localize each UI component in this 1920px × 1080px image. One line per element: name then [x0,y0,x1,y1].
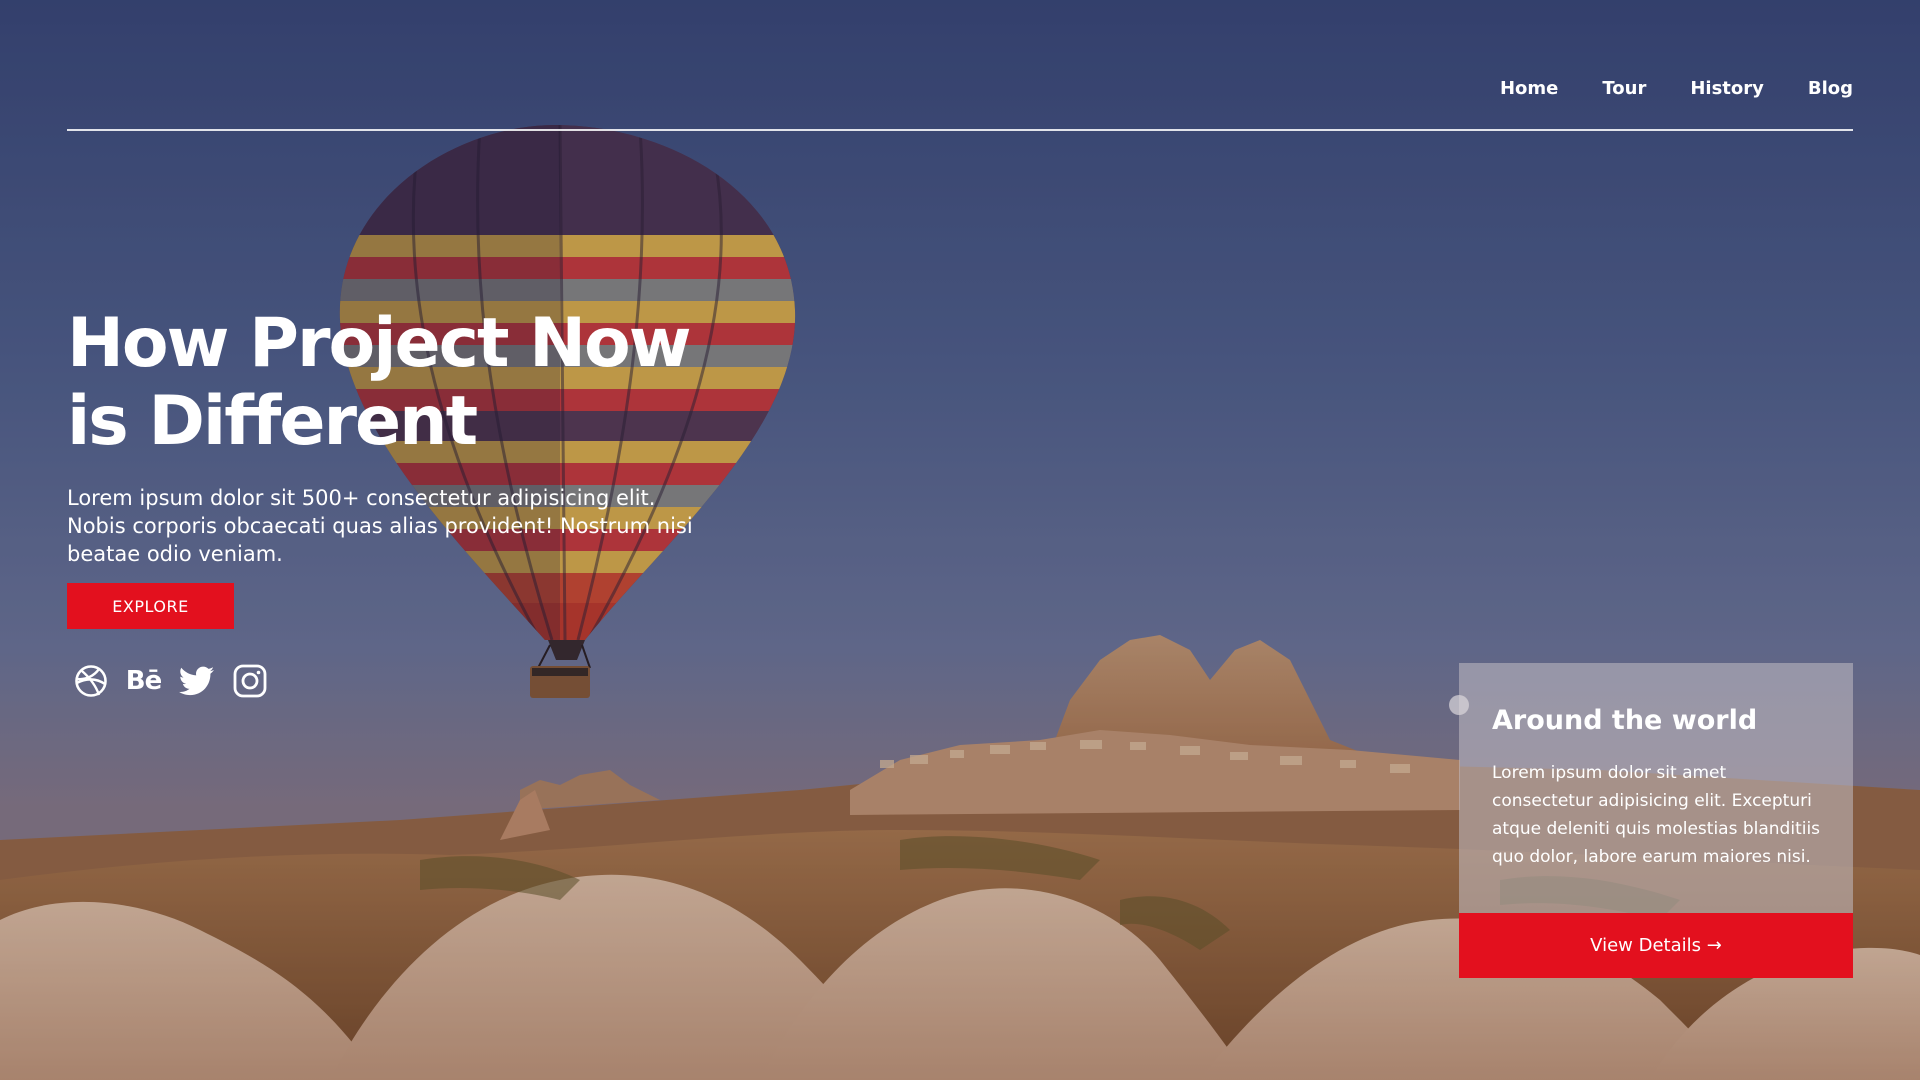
view-details-button[interactable]: View Details → [1459,913,1853,978]
nav-divider [67,129,1853,131]
dribbble-icon[interactable] [72,662,109,699]
nav-tour-link[interactable]: Tour [1602,78,1646,99]
hero-subtitle: Lorem ipsum dolor sit 500+ consectetur a… [67,486,693,566]
hero-headline-line-1: How Project Now [67,304,692,383]
hero-headline: How Project Now is Different [67,305,767,461]
main-nav: Home Tour History Blog [1500,78,1853,99]
card-title: Around the world [1492,705,1758,736]
hero-headline-line-2: is Different [67,382,478,461]
twitter-icon[interactable] [178,662,215,699]
nav-home-link[interactable]: Home [1500,78,1558,99]
social-links: Bē [72,662,268,699]
nav-history-link[interactable]: History [1690,78,1764,99]
behance-icon-text: Bē [125,665,162,696]
card-description: Lorem ipsum dolor sit amet consectetur a… [1492,763,1821,867]
info-card: Around the world Lorem ipsum dolor sit a… [1449,663,1853,913]
hero-section: Home Tour History Blog How Project Now i… [0,0,1920,1080]
instagram-icon[interactable] [231,662,268,699]
behance-icon[interactable]: Bē [125,662,162,699]
card-decoration-dot [1449,695,1469,715]
nav-blog-link[interactable]: Blog [1808,78,1853,99]
explore-button[interactable]: EXPLORE [67,583,234,629]
